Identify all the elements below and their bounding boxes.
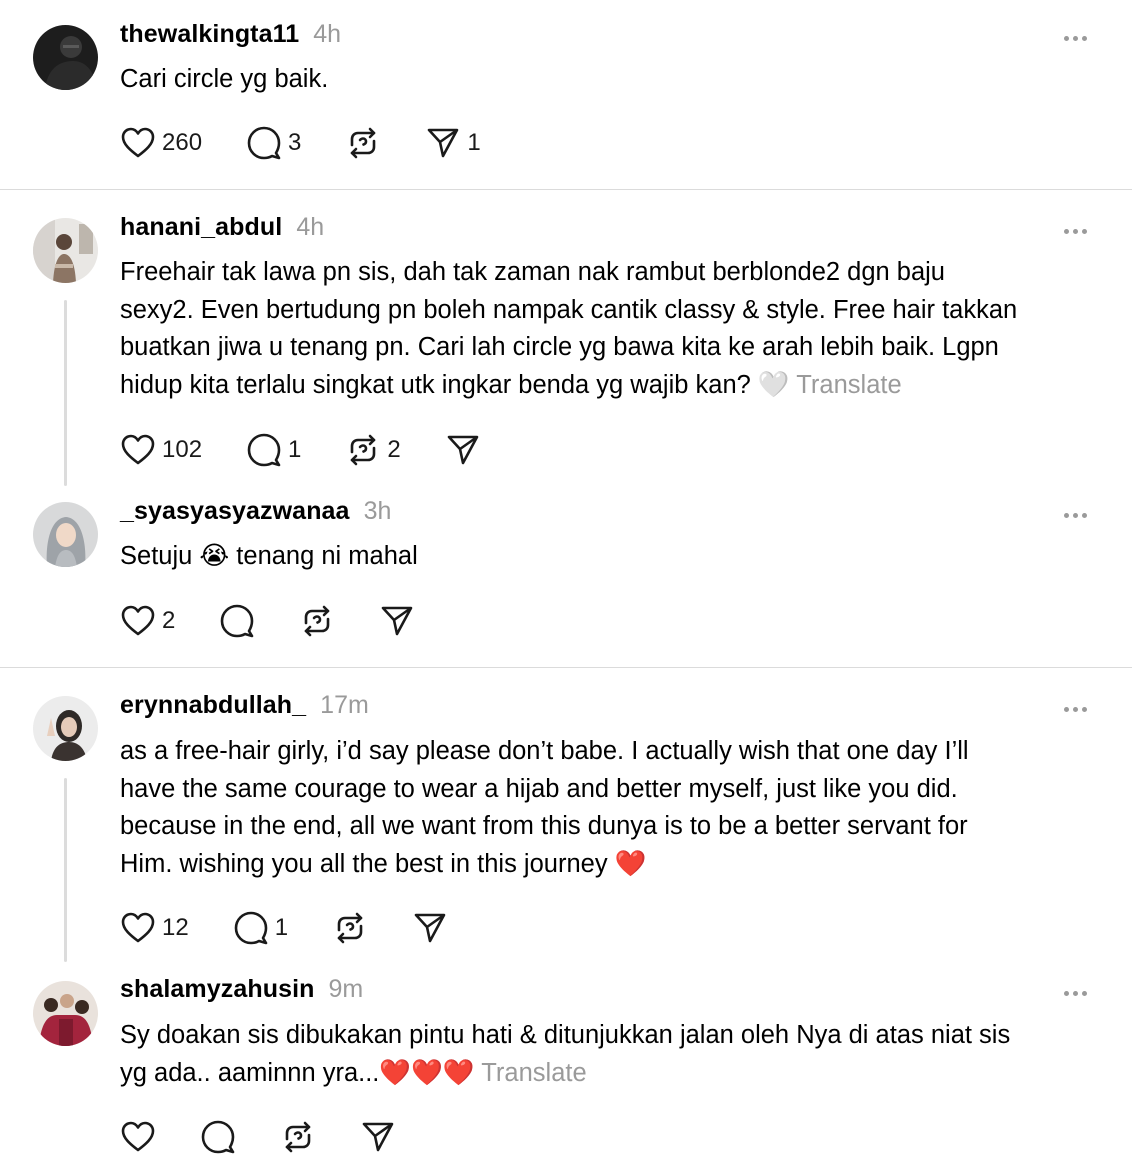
reply-count: 1: [274, 914, 289, 941]
more-icon[interactable]: [1064, 987, 1094, 999]
comment-icon: [221, 604, 254, 638]
share-button[interactable]: 1: [425, 125, 481, 161]
post-_syasyasyazwanaa: _syasyasyazwanaa 3h Setuju 😭 tenang ni m…: [0, 490, 1132, 667]
send-icon: [447, 435, 479, 465]
repost-button[interactable]: [345, 125, 381, 161]
reply-count: 1: [288, 436, 302, 463]
post-text: Freehair tak lawa pn sis, dah tak zaman …: [120, 258, 1018, 400]
repost-icon: [337, 912, 363, 944]
reply-button[interactable]: [219, 603, 255, 639]
like-button[interactable]: 12: [120, 910, 189, 946]
post-text: Sy doakan sis dibukakan pintu hati & dit…: [120, 1021, 1011, 1087]
timestamp: 4h: [313, 20, 342, 48]
more-icon[interactable]: [1064, 509, 1094, 521]
share-count: 1: [467, 129, 481, 156]
comment-icon: [247, 126, 281, 160]
thread-line: [64, 300, 67, 486]
post-thewalkingta11: thewalkingta11 4h Cari circle yg baik. 2…: [0, 0, 1132, 189]
like-button[interactable]: 2: [120, 603, 175, 639]
like-count: 2: [162, 607, 176, 634]
like-button[interactable]: 102: [120, 432, 202, 468]
repost-button[interactable]: [299, 603, 335, 639]
red-hearts-emoji: ❤️❤️❤️: [379, 1058, 475, 1087]
repost-icon: [351, 127, 376, 159]
repost-count: 2: [387, 436, 401, 463]
timestamp: 17m: [320, 691, 369, 719]
avatar[interactable]: [33, 25, 98, 90]
like-count: 260: [162, 129, 203, 156]
repost-icon: [351, 434, 376, 466]
username[interactable]: erynnabdullah_: [120, 691, 306, 720]
post-text: as a free-hair girly, i’d say please don…: [120, 737, 969, 879]
post-erynnabdullah_: erynnabdullah_ 17m as a free-hair girly,…: [0, 668, 1132, 966]
more-icon[interactable]: [1064, 703, 1094, 715]
white-heart-emoji: 🤍: [757, 371, 790, 400]
reply-button[interactable]: 1: [246, 432, 301, 468]
avatar[interactable]: [33, 502, 98, 567]
comment-icon: [234, 911, 268, 945]
repost-button[interactable]: [332, 910, 368, 946]
repost-button[interactable]: [280, 1119, 316, 1155]
repost-icon: [285, 1121, 311, 1153]
heart-icon: [121, 434, 155, 465]
more-icon[interactable]: [1064, 32, 1094, 44]
crying-emoji: 😭: [199, 542, 230, 570]
translate-link[interactable]: Translate: [796, 371, 901, 399]
avatar[interactable]: [33, 696, 98, 761]
avatar[interactable]: [33, 981, 98, 1046]
post-text: Setuju 😭 tenang ni mahal: [120, 542, 418, 570]
repost-icon: [305, 605, 330, 637]
post-hanani_abdul: hanani_abdul 4h Freehair tak lawa pn sis…: [0, 190, 1132, 490]
post-text: Cari circle yg baik.: [120, 65, 329, 93]
thread-line: [64, 778, 67, 962]
heart-icon: [121, 912, 155, 943]
avatar[interactable]: [33, 218, 98, 283]
username[interactable]: _syasyasyazwanaa: [120, 497, 350, 526]
timestamp: 4h: [296, 213, 325, 241]
send-icon: [414, 913, 446, 943]
send-icon: [362, 1122, 394, 1152]
translate-link[interactable]: Translate: [481, 1059, 586, 1087]
timestamp: 9m: [328, 975, 364, 1003]
heart-icon: [121, 1121, 155, 1152]
username[interactable]: shalamyzahusin: [120, 975, 315, 1004]
repost-button[interactable]: 2: [345, 432, 401, 468]
red-heart-emoji: ❤️: [614, 850, 647, 879]
send-icon: [428, 128, 459, 158]
like-count: 102: [162, 436, 203, 463]
share-button[interactable]: [379, 603, 415, 639]
comment-icon: [201, 1120, 235, 1154]
share-button[interactable]: [445, 432, 481, 468]
send-icon: [382, 606, 413, 636]
reply-button[interactable]: 1: [233, 910, 288, 946]
share-button[interactable]: [360, 1119, 396, 1155]
like-count: 12: [162, 914, 189, 941]
reply-button[interactable]: [200, 1119, 236, 1155]
username[interactable]: hanani_abdul: [120, 213, 282, 242]
like-button[interactable]: 260: [120, 125, 202, 161]
like-button[interactable]: [120, 1119, 156, 1155]
heart-icon: [121, 605, 155, 636]
timestamp: 3h: [363, 497, 392, 525]
reply-count: 3: [288, 129, 302, 156]
username[interactable]: thewalkingta11: [120, 20, 299, 49]
more-icon[interactable]: [1064, 225, 1094, 237]
reply-button[interactable]: 3: [246, 125, 301, 161]
comment-icon: [247, 433, 281, 467]
heart-icon: [121, 127, 155, 158]
post-shalamyzahusin: shalamyzahusin 9m Sy doakan sis dibukaka…: [0, 966, 1132, 1158]
share-button[interactable]: [412, 910, 448, 946]
